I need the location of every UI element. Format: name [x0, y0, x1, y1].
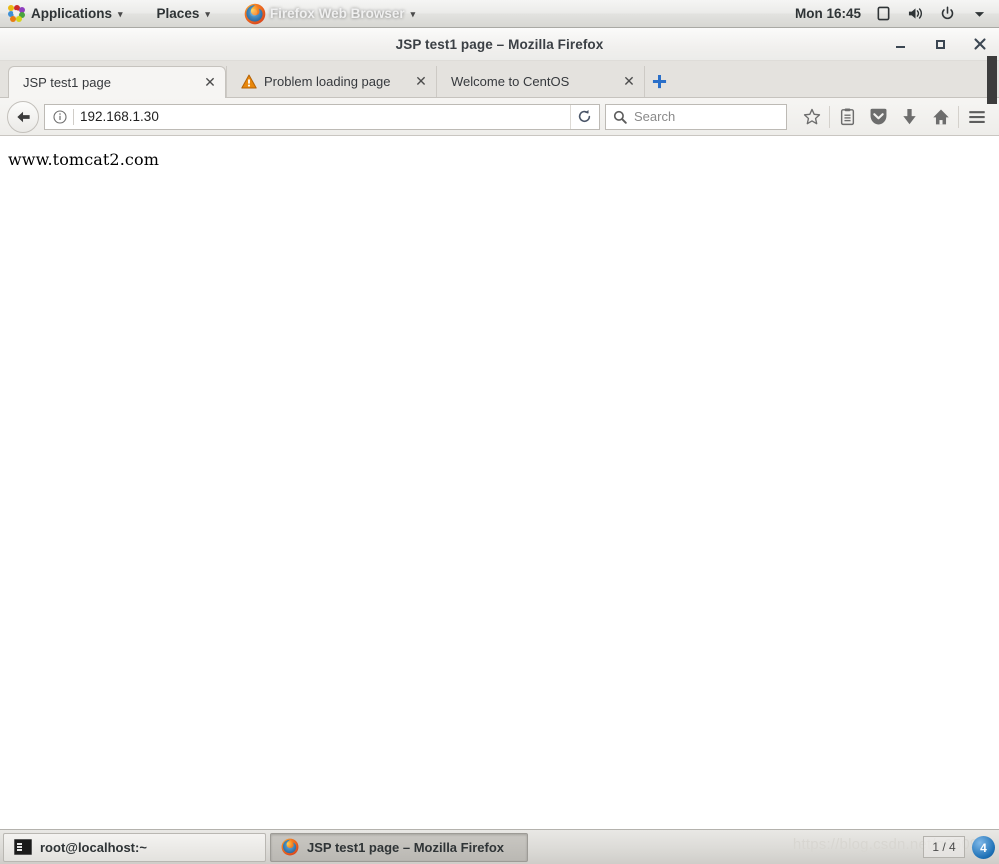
panel-status-area: Mon 16:45 [795, 4, 999, 24]
gnome-logo-icon [8, 5, 25, 22]
chevron-down-icon: ▾ [410, 9, 416, 19]
warning-triangle-icon [241, 74, 257, 89]
back-button[interactable] [7, 100, 39, 133]
download-icon[interactable] [894, 102, 925, 132]
chevron-down-icon: ▾ [118, 9, 123, 19]
url-input[interactable]: 192.168.1.30 [80, 109, 570, 124]
applications-menu[interactable]: Applications ▾ [0, 0, 131, 27]
firefox-icon [244, 3, 266, 25]
minimize-button[interactable] [889, 33, 911, 55]
url-separator [73, 108, 74, 125]
workspace-badge-label: 4 [980, 840, 987, 855]
workspace-indicator-label: 1 / 4 [932, 840, 956, 854]
desktop-screen: Applications ▾ Places ▾ Firefox Web Brow… [0, 0, 999, 864]
system-menu-caret-icon[interactable] [969, 4, 989, 24]
display-icon[interactable] [873, 4, 893, 24]
taskbar-item-firefox[interactable]: JSP test1 page – Mozilla Firefox [270, 832, 528, 862]
window-titlebar: JSP test1 page – Mozilla Firefox [0, 28, 999, 61]
taskbar-item-label: JSP test1 page – Mozilla Firefox [307, 839, 504, 855]
firefox-icon [281, 838, 299, 856]
tab-problem-loading-page[interactable]: Problem loading page ✕ [226, 66, 436, 97]
tab-label: JSP test1 page [23, 75, 111, 90]
places-menu-label: Places [156, 6, 200, 21]
toolbar-buttons [796, 102, 992, 132]
toolbar-divider [958, 105, 959, 128]
tab-close-icon[interactable]: ✕ [412, 73, 430, 91]
url-bar[interactable]: 192.168.1.30 [44, 103, 600, 130]
workspace-badge-icon[interactable]: 4 [972, 836, 995, 859]
new-tab-button[interactable] [644, 66, 673, 97]
maximize-button[interactable] [929, 33, 951, 55]
tab-label: Welcome to CentOS [451, 74, 570, 89]
firefox-window: JSP test1 page – Mozilla Firefox JSP tes… [0, 28, 999, 829]
tab-welcome-to-centos[interactable]: Welcome to CentOS ✕ [436, 66, 644, 97]
page-body-text: www.tomcat2.com [8, 150, 159, 169]
terminal-icon [14, 839, 32, 855]
library-icon[interactable] [832, 102, 863, 132]
power-icon[interactable] [937, 4, 957, 24]
bookmark-star-icon[interactable] [796, 102, 827, 132]
window-edge-artifact [987, 56, 997, 104]
tab-bar: JSP test1 page ✕ Problem loading page ✕ … [0, 61, 999, 98]
applications-menu-label: Applications [31, 6, 113, 21]
gnome-top-panel: Applications ▾ Places ▾ Firefox Web Brow… [0, 0, 999, 28]
taskbar-item-label: root@localhost:~ [40, 839, 147, 855]
workspace-switcher[interactable]: 1 / 4 [923, 836, 965, 858]
tab-close-icon[interactable]: ✕ [620, 73, 638, 91]
page-content-area: www.tomcat2.com [0, 136, 999, 829]
clock[interactable]: Mon 16:45 [795, 6, 861, 21]
menu-icon[interactable] [961, 102, 992, 132]
tab-label: Problem loading page [264, 74, 391, 89]
page-info-icon[interactable] [51, 108, 69, 126]
volume-icon[interactable] [905, 4, 925, 24]
window-controls [889, 28, 991, 60]
active-application-label: Firefox Web Browser [269, 6, 405, 21]
search-input[interactable]: Search [634, 109, 675, 124]
search-icon [613, 110, 627, 124]
active-application-menu[interactable]: Firefox Web Browser ▾ [236, 0, 423, 27]
taskbar-item-terminal[interactable]: root@localhost:~ [3, 832, 266, 862]
tab-jsp-test1-page[interactable]: JSP test1 page ✕ [8, 66, 226, 98]
home-icon[interactable] [925, 102, 956, 132]
places-menu[interactable]: Places ▾ [149, 0, 218, 27]
search-bar[interactable]: Search [605, 103, 787, 130]
pocket-icon[interactable] [863, 102, 894, 132]
chevron-down-icon: ▾ [205, 9, 210, 19]
close-button[interactable] [969, 33, 991, 55]
reload-button[interactable] [570, 104, 597, 129]
toolbar-divider [829, 105, 830, 128]
navigation-toolbar: 192.168.1.30 Search [0, 98, 999, 136]
tab-close-icon[interactable]: ✕ [201, 74, 219, 92]
window-title: JSP test1 page – Mozilla Firefox [395, 36, 604, 52]
